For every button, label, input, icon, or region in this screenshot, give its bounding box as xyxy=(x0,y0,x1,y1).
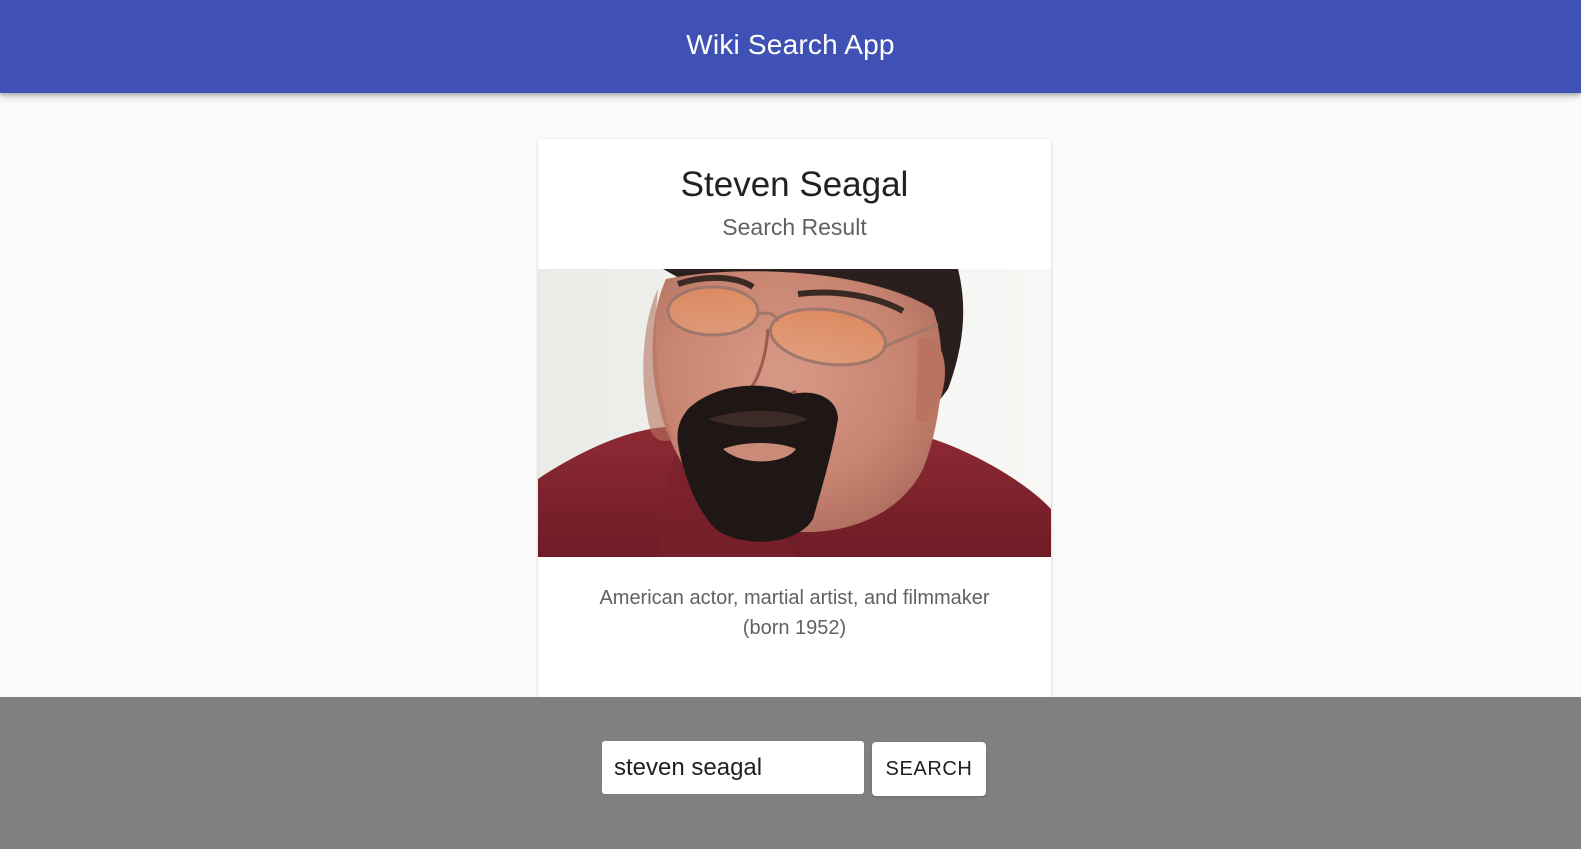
search-button[interactable]: SEARCH xyxy=(872,742,986,796)
result-description: American actor, martial artist, and film… xyxy=(599,587,990,639)
app-bar: Wiki Search App xyxy=(0,0,1581,93)
app-title: Wiki Search App xyxy=(686,28,895,60)
portrait-image xyxy=(538,269,1051,557)
search-bar: SEARCH xyxy=(0,697,1581,849)
result-card: Steven Seagal Search Result American act… xyxy=(538,139,1051,739)
result-title: Steven Seagal xyxy=(680,165,909,204)
result-subtitle: Search Result xyxy=(722,214,867,240)
search-input[interactable] xyxy=(602,741,864,794)
result-photo xyxy=(538,269,1051,557)
